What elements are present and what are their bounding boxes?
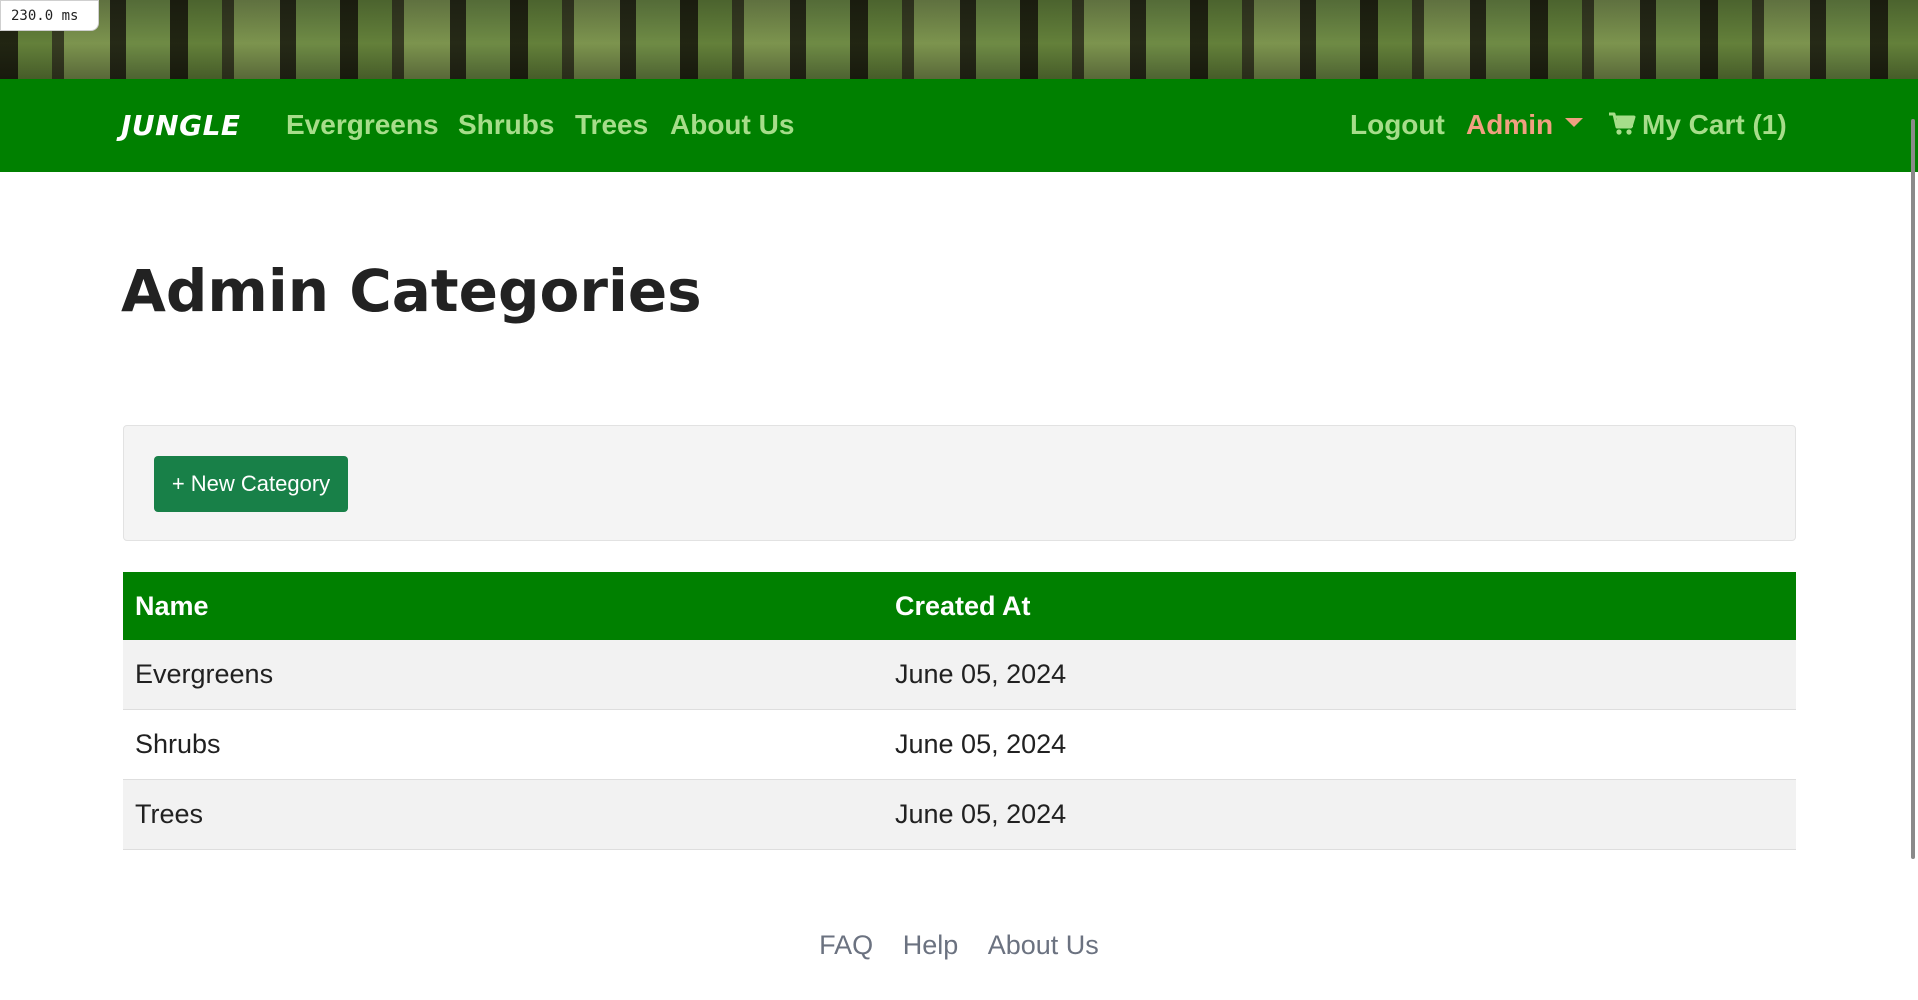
created-at-cell: June 05, 2024: [883, 640, 1796, 710]
created-at-cell: June 05, 2024: [883, 709, 1796, 780]
column-header-name: Name: [123, 572, 883, 640]
actions-toolbar: + New Category: [123, 425, 1796, 541]
categories-table: Name Created At Evergreens June 05, 2024…: [123, 572, 1796, 850]
page-title: Admin Categories: [121, 257, 702, 325]
admin-label: Admin: [1466, 109, 1554, 140]
nav-link-evergreens[interactable]: Evergreens: [286, 109, 439, 141]
nav-link-about-us[interactable]: About Us: [670, 109, 794, 141]
cart-label: My Cart (1): [1642, 109, 1787, 140]
render-timer: 230.0 ms: [0, 0, 99, 31]
category-name-cell: Shrubs: [123, 709, 883, 780]
new-category-button[interactable]: + New Category: [154, 456, 348, 512]
caret-down-icon: [1565, 118, 1584, 128]
page-footer: FAQ Help About Us: [0, 930, 1918, 961]
logout-link[interactable]: Logout: [1350, 109, 1445, 141]
nav-link-trees[interactable]: Trees: [575, 109, 648, 141]
column-header-created-at: Created At: [883, 572, 1796, 640]
table-row: Evergreens June 05, 2024: [123, 640, 1796, 710]
nav-link-shrubs[interactable]: Shrubs: [458, 109, 554, 141]
footer-link-help[interactable]: Help: [903, 930, 959, 960]
shopping-cart-icon: [1609, 112, 1636, 135]
page-scrollbar[interactable]: [1911, 119, 1915, 859]
footer-link-about-us[interactable]: About Us: [988, 930, 1099, 960]
brand-logo[interactable]: JUNGLE: [121, 109, 241, 142]
table-row: Shrubs June 05, 2024: [123, 709, 1796, 780]
admin-dropdown[interactable]: Admin: [1466, 109, 1584, 141]
table-header-row: Name Created At: [123, 572, 1796, 640]
created-at-cell: June 05, 2024: [883, 779, 1796, 850]
main-navbar: JUNGLE Evergreens Shrubs Trees About Us …: [0, 79, 1918, 172]
category-name-cell: Evergreens: [123, 640, 883, 710]
category-name-cell: Trees: [123, 779, 883, 850]
table-row: Trees June 05, 2024: [123, 779, 1796, 850]
hero-banner-image: [0, 0, 1918, 79]
footer-link-faq[interactable]: FAQ: [819, 930, 873, 960]
cart-link[interactable]: My Cart (1): [1608, 109, 1787, 141]
